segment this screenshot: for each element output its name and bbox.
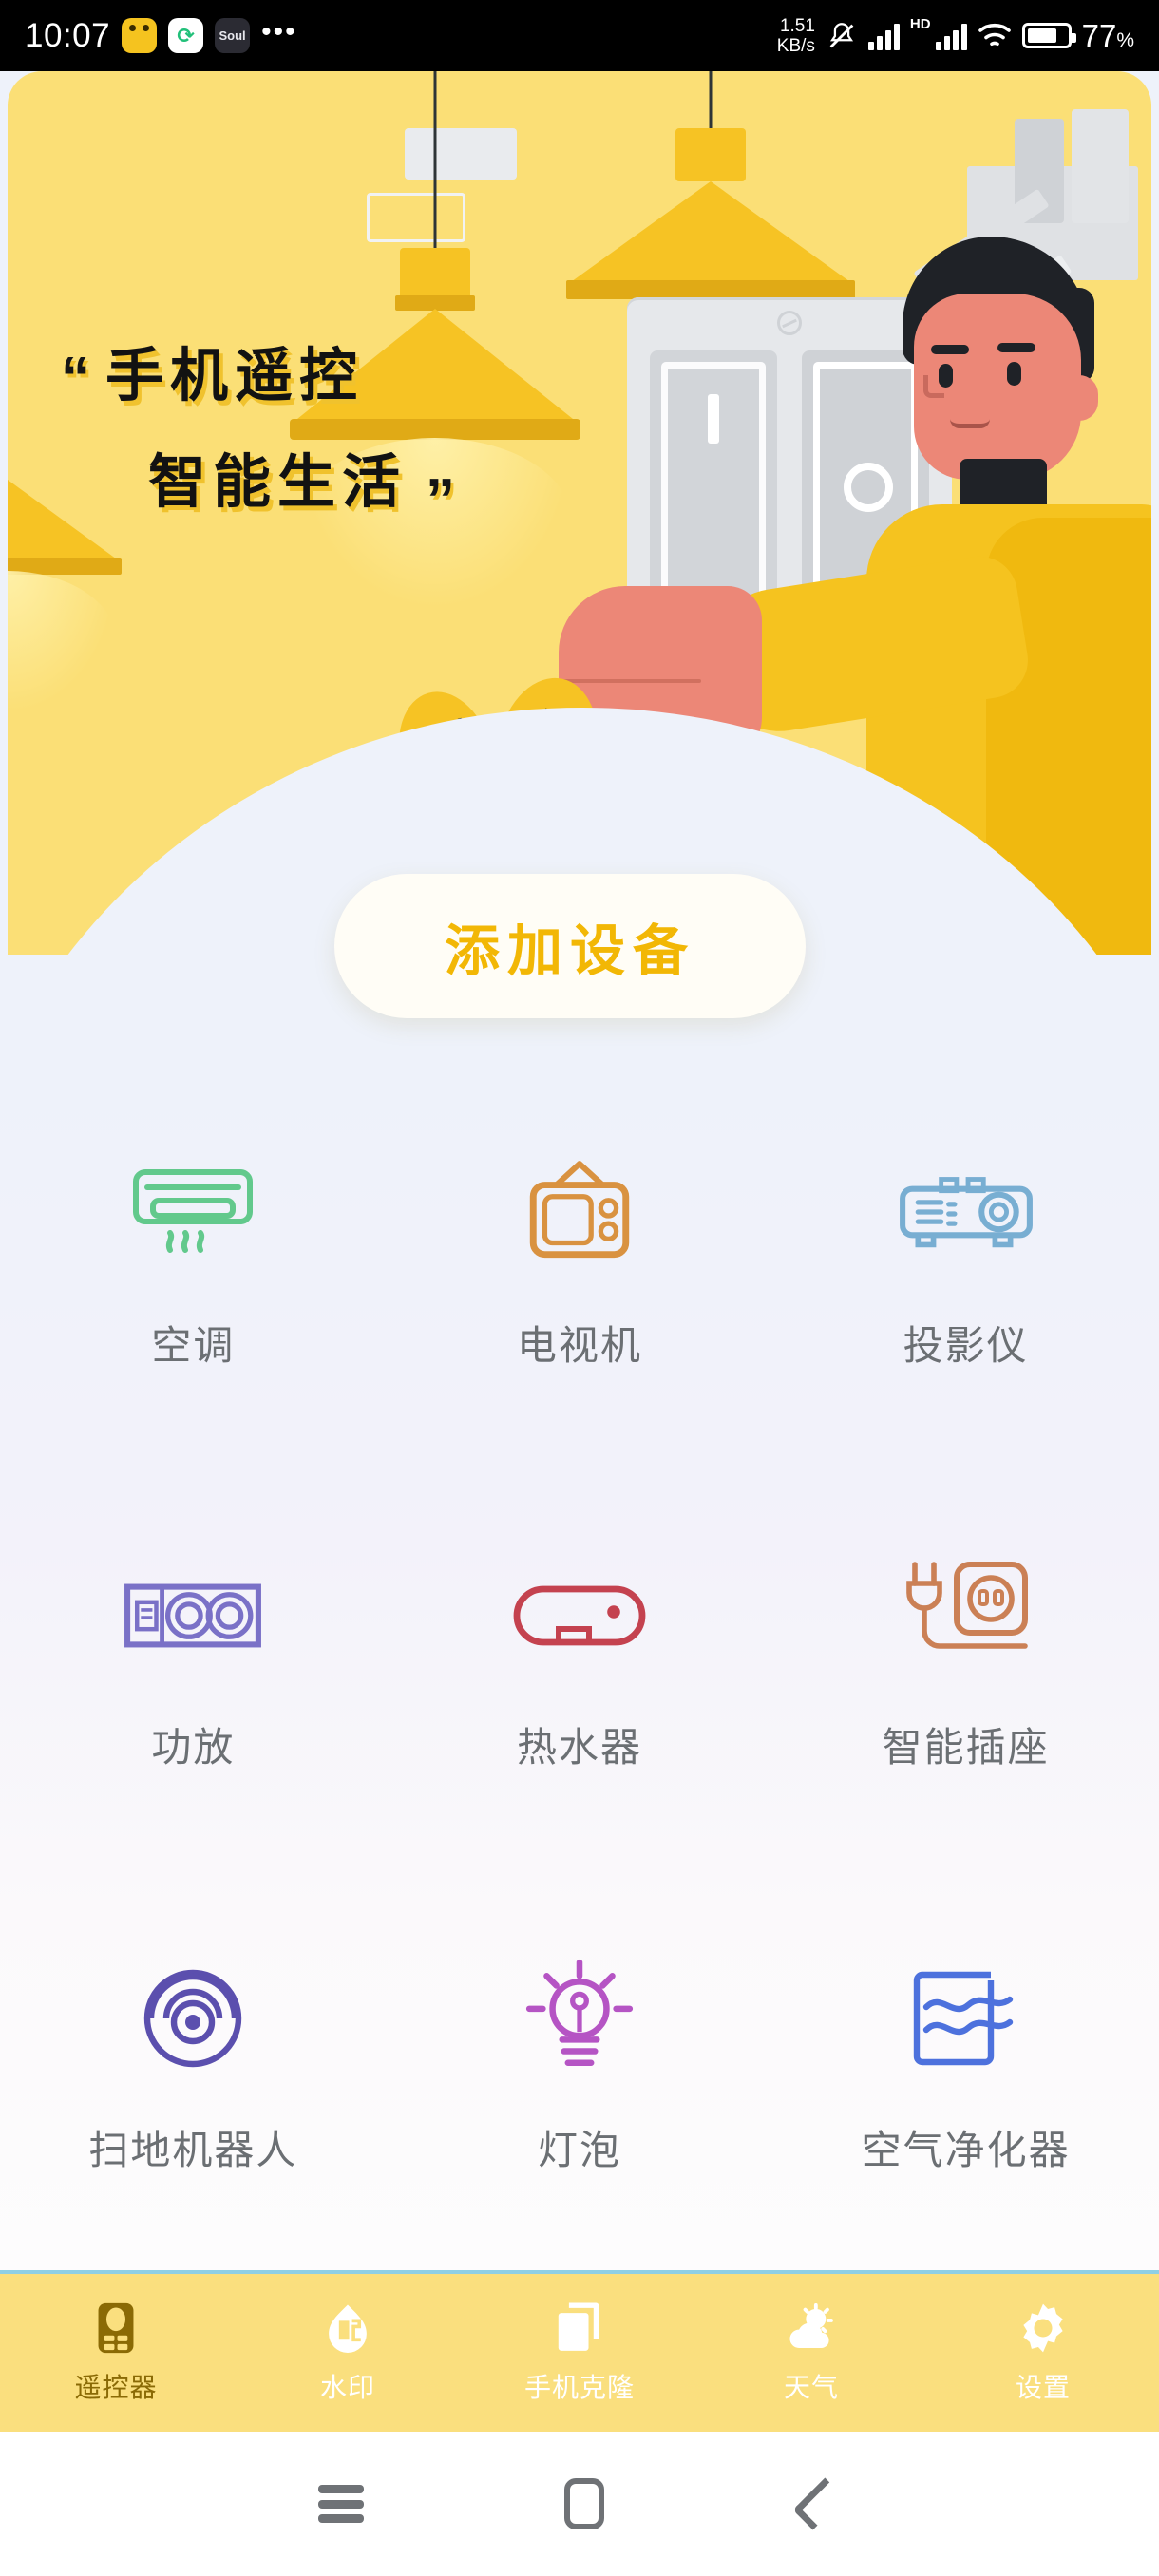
device-label: 空调 xyxy=(151,1323,236,1369)
tab-label: 设置 xyxy=(1015,2373,1071,2402)
hero-illustration: “ 手机遥控 智能生活 ” xyxy=(8,71,1151,955)
light-bulb-icon xyxy=(508,1959,651,2074)
status-bar-left: 10:07 ⟳ Soul ••• xyxy=(25,17,297,55)
device-label: 智能插座 xyxy=(882,1725,1050,1771)
yellow-app-icon xyxy=(122,18,158,53)
phone-clone-icon xyxy=(552,2301,607,2356)
tab-label: 手机克隆 xyxy=(523,2373,635,2402)
device-item-air-conditioner[interactable]: 空调 xyxy=(0,1064,387,1466)
battery-icon xyxy=(1021,23,1076,48)
signal-bars-icon-2 xyxy=(935,22,967,50)
tab-phone-clone[interactable]: 手机克隆 xyxy=(464,2301,695,2405)
headline-row-1: “ 手机遥控 xyxy=(61,343,650,411)
air-purifier-icon xyxy=(895,1962,1037,2074)
hero-banner: “ 手机遥控 智能生活 ” xyxy=(8,71,1151,955)
device-item-television[interactable]: 电视机 xyxy=(387,1064,773,1466)
device-item-smart-plug[interactable]: 智能插座 xyxy=(772,1466,1159,1867)
tab-label: 天气 xyxy=(783,2373,839,2402)
device-item-water-heater[interactable]: 热水器 xyxy=(387,1466,773,1867)
tab-watermark[interactable]: 水印 xyxy=(232,2301,464,2405)
battery-percent: 77% xyxy=(1081,17,1134,53)
mouth xyxy=(950,419,990,428)
robot-vacuum-icon xyxy=(122,1962,264,2074)
quote-close-mark: ” xyxy=(426,466,456,533)
headline-row-2: 智能生活 ” xyxy=(61,448,650,533)
green-camera-icon: ⟳ xyxy=(168,18,204,53)
device-item-projector[interactable]: 投影仪 xyxy=(772,1064,1159,1466)
tab-remote-control[interactable]: 遥控器 xyxy=(0,2301,232,2405)
android-nav-bar xyxy=(0,2432,1159,2576)
status-bar-right: 1.51 KB/s HD 77% xyxy=(777,16,1134,56)
device-label: 投影仪 xyxy=(902,1323,1029,1369)
headline-line-1: 手机遥控 xyxy=(105,343,365,407)
home-icon[interactable] xyxy=(563,2478,604,2529)
recents-icon[interactable] xyxy=(318,2485,365,2523)
eyebrow xyxy=(931,345,969,354)
tab-weather[interactable]: 天气 xyxy=(695,2301,927,2405)
network-rate-value: 1.51 xyxy=(779,15,815,36)
watermark-icon xyxy=(320,2301,375,2356)
nose xyxy=(923,375,944,398)
signal-bars-icon-1 xyxy=(867,22,900,50)
status-overflow-icon: ••• xyxy=(261,15,297,47)
device-label: 扫地机器人 xyxy=(88,2127,298,2172)
switch-rocker-left xyxy=(650,350,777,624)
device-item-robot-vacuum[interactable]: 扫地机器人 xyxy=(0,1868,387,2270)
shelf-book xyxy=(1072,109,1129,223)
add-device-button[interactable]: 添加设备 xyxy=(334,874,806,1018)
device-item-light-bulb[interactable]: 灯泡 xyxy=(387,1868,773,2270)
smart-plug-icon xyxy=(895,1560,1037,1672)
status-bar: 10:07 ⟳ Soul ••• 1.51 KB/s HD 77% xyxy=(0,0,1159,71)
headline-line-2: 智能生活 xyxy=(148,448,408,514)
water-heater-icon xyxy=(508,1560,651,1672)
screw-icon xyxy=(777,311,802,335)
device-label: 电视机 xyxy=(516,1323,642,1369)
weather-icon xyxy=(784,2301,839,2356)
amplifier-icon xyxy=(122,1560,264,1672)
bottom-tab-bar: 遥控器 水印 手机克隆 天气 设置 xyxy=(0,2270,1159,2432)
hd-label: HD xyxy=(909,15,931,32)
device-grid: 空调 电视机 投影仪 功放 热水器 智能插座 扫地机器人 灯泡 空气净化器 xyxy=(0,1064,1159,2270)
quote-open-mark: “ xyxy=(61,346,90,411)
back-icon[interactable] xyxy=(792,2477,846,2530)
settings-gear-icon xyxy=(1016,2301,1071,2356)
remote-control-icon xyxy=(88,2301,143,2356)
network-rate-unit: KB/s xyxy=(776,35,815,56)
mute-bell-icon xyxy=(829,22,854,47)
ear xyxy=(1060,375,1098,421)
eye xyxy=(1007,362,1021,386)
status-time: 10:07 xyxy=(25,16,111,54)
tab-label: 水印 xyxy=(319,2373,375,2402)
app-screen: 10:07 ⟳ Soul ••• 1.51 KB/s HD 77% “ 手机遥控… xyxy=(0,0,1159,2576)
television-icon xyxy=(508,1158,651,1270)
device-label: 灯泡 xyxy=(537,2127,621,2172)
device-label: 空气净化器 xyxy=(861,2127,1071,2172)
device-label: 功放 xyxy=(151,1725,236,1771)
air-conditioner-icon xyxy=(122,1158,264,1270)
projector-icon xyxy=(895,1158,1037,1270)
network-rate: 1.51 KB/s xyxy=(777,16,815,56)
add-device-label: 添加设备 xyxy=(444,920,695,982)
device-item-amplifier[interactable]: 功放 xyxy=(0,1466,387,1867)
hero-headline: “ 手机遥控 智能生活 ” xyxy=(61,343,650,533)
wifi-icon xyxy=(978,23,1011,46)
soul-app-icon: Soul xyxy=(215,18,251,53)
device-label: 热水器 xyxy=(516,1725,642,1771)
device-item-air-purifier[interactable]: 空气净化器 xyxy=(772,1868,1159,2270)
tab-label: 遥控器 xyxy=(74,2373,158,2402)
tab-settings[interactable]: 设置 xyxy=(927,2301,1159,2405)
eyebrow xyxy=(998,343,1036,352)
